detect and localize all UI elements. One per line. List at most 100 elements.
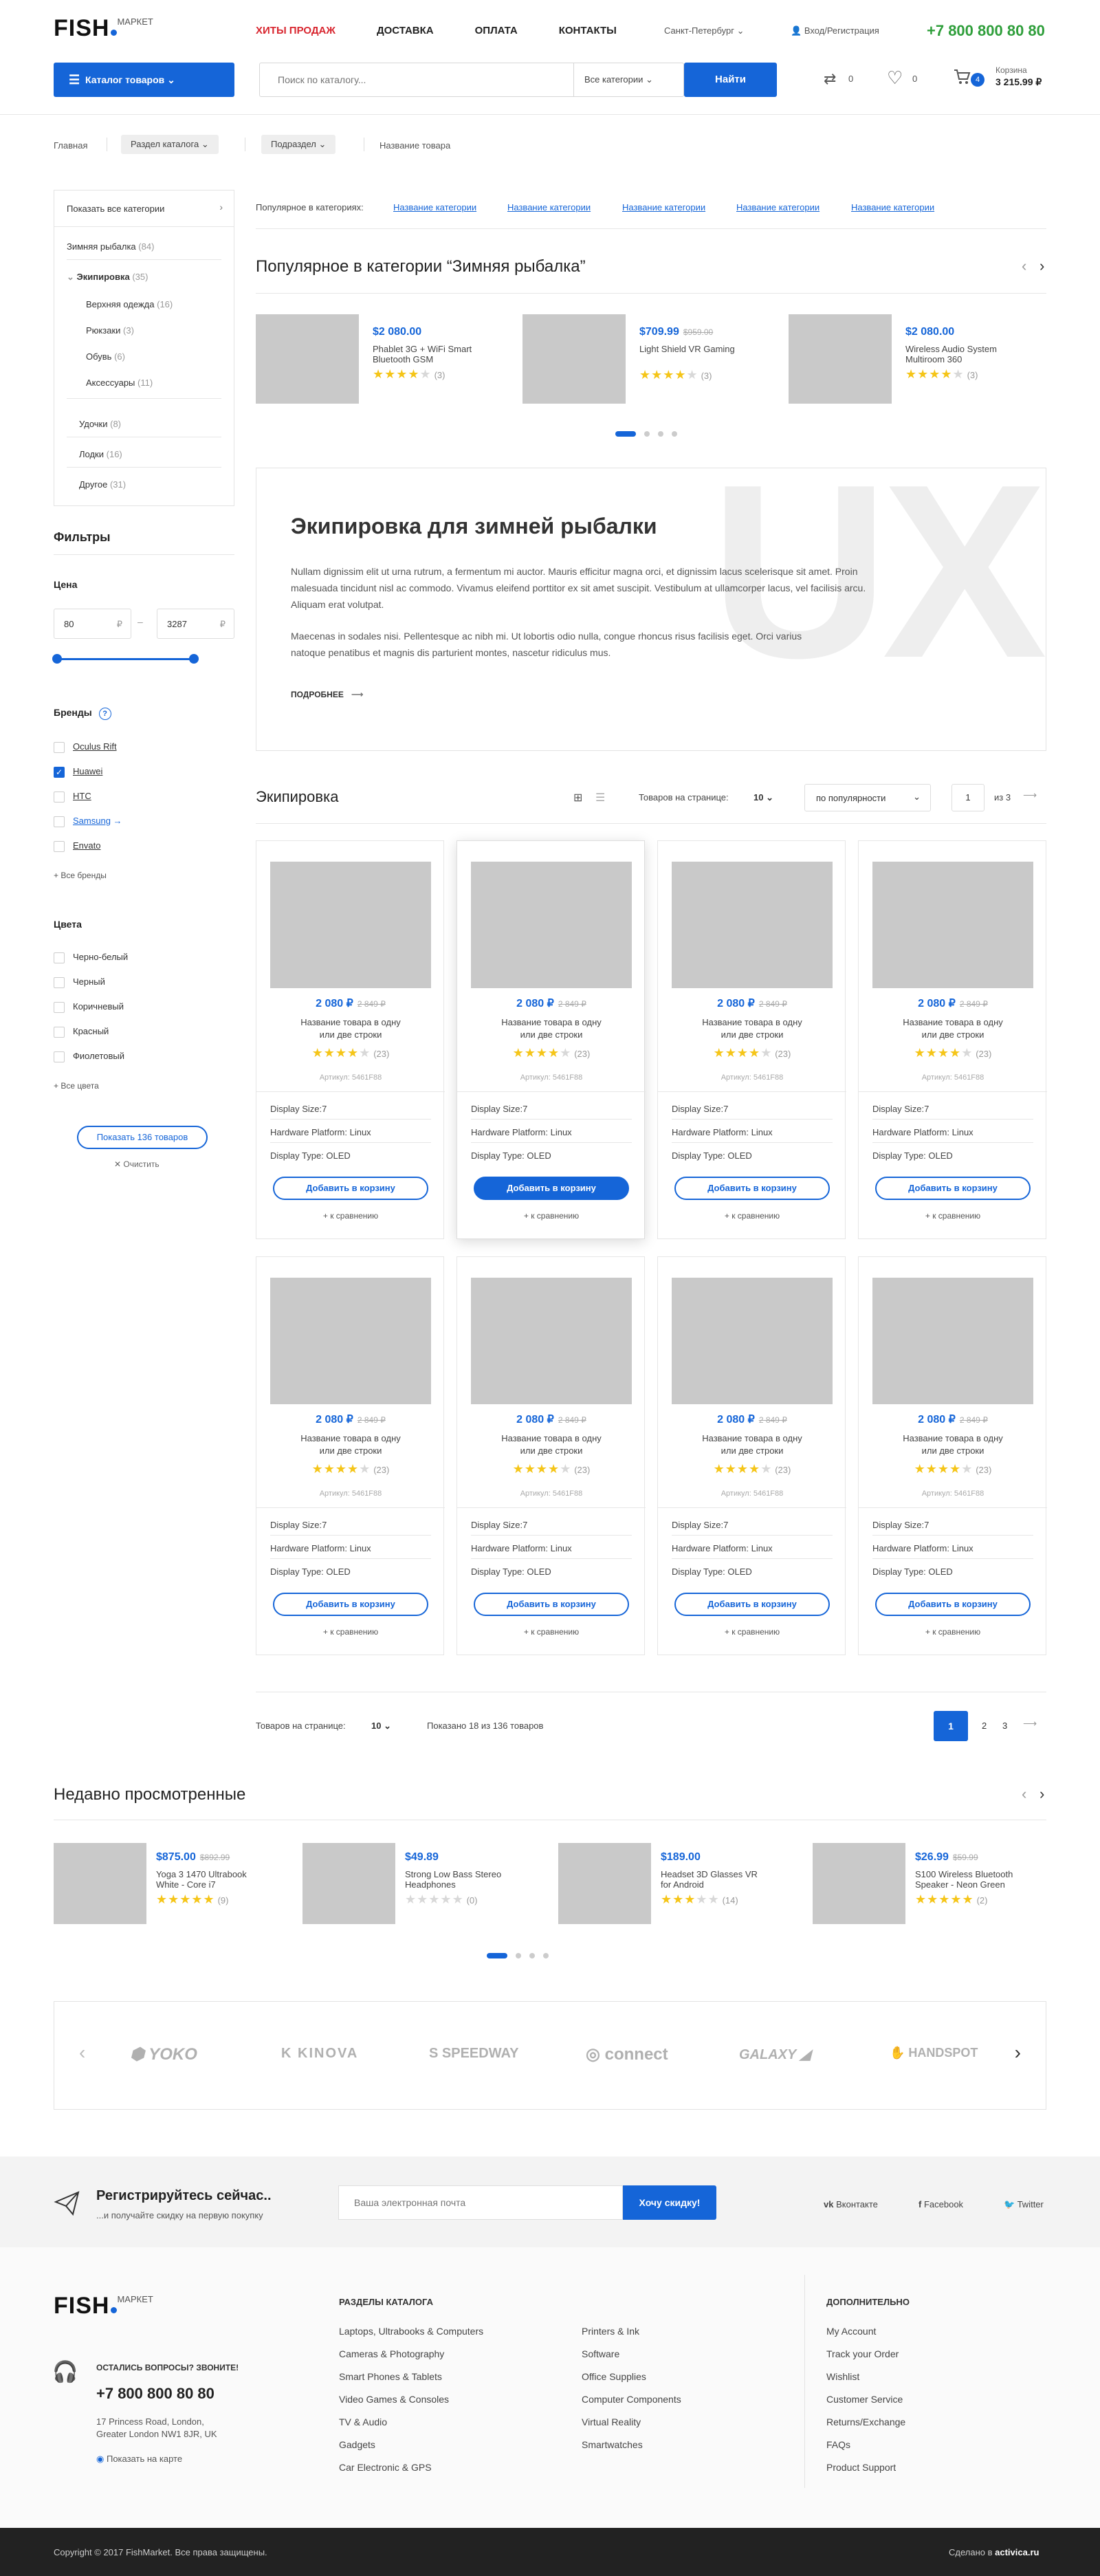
compare-icon[interactable]: ⇄ [824, 70, 836, 88]
price-min-field[interactable]: 80 ₽ [54, 609, 131, 639]
footer-link[interactable]: FAQs [826, 2439, 905, 2450]
footer-link[interactable]: Track your Order [826, 2348, 905, 2359]
product-name[interactable]: Название товара в одну [256, 1017, 445, 1027]
brand-samsung[interactable]: Samsung → [54, 816, 122, 827]
product-name[interactable]: Название товара в одну [859, 1017, 1047, 1027]
popular-category-link[interactable]: Название категории [851, 202, 934, 212]
product-image[interactable] [522, 314, 626, 404]
cart-total[interactable]: 3 215.99 ₽ [996, 76, 1042, 88]
newsletter-email-input[interactable] [338, 2185, 623, 2220]
list-view-icon[interactable]: ☰ [595, 791, 605, 805]
brand-oculus[interactable]: Oculus Rift [54, 741, 117, 753]
product-card[interactable]: 2 080 ₽2 849 ₽ Название товара в одну ил… [858, 1256, 1047, 1655]
product-image[interactable] [813, 1843, 905, 1924]
header-phone[interactable]: +7 800 800 80 80 [927, 22, 1045, 40]
social-vk[interactable]: vk Вконтакте [824, 2199, 878, 2209]
product-image[interactable] [270, 1278, 431, 1404]
search-button[interactable]: Найти [684, 63, 777, 97]
add-to-cart-button[interactable]: Добавить в корзину [474, 1177, 629, 1200]
nav-delivery[interactable]: ДОСТАВКА [377, 25, 434, 36]
product-image[interactable] [302, 1843, 395, 1924]
help-icon[interactable]: ? [98, 708, 111, 720]
product-name[interactable]: Light Shield VR Gaming [639, 344, 735, 354]
brand-logo-galaxy[interactable]: GALAXY ◢ [739, 2046, 811, 2063]
footer-link[interactable]: Smartwatches [582, 2439, 681, 2450]
chevron-left-icon[interactable]: ‹ [1022, 257, 1026, 275]
social-twitter[interactable]: 🐦 Twitter [1004, 2199, 1044, 2210]
color-option[interactable]: Коричневый [54, 1001, 124, 1013]
product-card[interactable]: 2 080 ₽2 849 ₽ Название товара в одну ил… [456, 840, 646, 1239]
logo[interactable]: FISH МАРКЕТ [54, 15, 153, 42]
carousel-dot[interactable] [543, 1953, 549, 1958]
brand-logo-handspot[interactable]: ✋ HANDSPOT [890, 2046, 978, 2060]
checkbox-checked[interactable]: ✓ [54, 766, 65, 778]
footer-phone[interactable]: +7 800 800 80 80 [96, 2385, 214, 2403]
sort-select[interactable]: по популярности ⌄ [804, 784, 931, 811]
popular-category-link[interactable]: Название категории [507, 202, 591, 212]
product-image[interactable] [789, 314, 892, 404]
add-to-compare-link[interactable]: + к сравнению [457, 1627, 646, 1637]
search-input[interactable] [260, 63, 573, 96]
color-option[interactable]: Красный [54, 1026, 109, 1038]
color-option[interactable]: Фиолетовый [54, 1051, 124, 1062]
arrow-right-icon[interactable]: ⟶ [1023, 789, 1037, 801]
category-shoes[interactable]: Обувь (6) [86, 351, 125, 362]
checkbox[interactable] [54, 816, 65, 827]
footer-link[interactable]: Gadgets [339, 2439, 483, 2450]
category-outerwear[interactable]: Верхняя одежда (16) [86, 299, 173, 309]
per-page-select-bottom[interactable]: 10 ⌄ [371, 1721, 391, 1732]
all-colors-link[interactable]: + Все цвета [54, 1081, 99, 1091]
price-max-field[interactable]: 3287 ₽ [157, 609, 234, 639]
add-to-compare-link[interactable]: + к сравнению [859, 1627, 1047, 1637]
product-card[interactable]: 2 080 ₽2 849 ₽ Название товара в одну ил… [657, 840, 846, 1239]
checkbox[interactable] [54, 791, 65, 803]
carousel-dot[interactable] [487, 1953, 507, 1958]
footer-link[interactable]: Computer Components [582, 2394, 681, 2405]
product-name[interactable]: Название товара в одну [457, 1433, 646, 1443]
brand-envato[interactable]: Envato [54, 840, 100, 852]
footer-link[interactable]: Printers & Ink [582, 2326, 681, 2337]
arrow-right-icon[interactable]: ⟶ [1023, 1718, 1037, 1729]
per-page-select[interactable]: 10 ⌄ [754, 792, 773, 803]
carousel-dot[interactable] [615, 431, 636, 437]
price-slider-max-handle[interactable] [189, 654, 199, 664]
product-name[interactable]: Strong Low Bass Stereo [405, 1869, 501, 1879]
catalog-button[interactable]: ☰ Каталог товаров ⌄ [54, 63, 234, 97]
checkbox[interactable] [54, 952, 65, 963]
footer-link[interactable]: Software [582, 2348, 681, 2359]
product-name[interactable]: Yoga 3 1470 Ultrabook [156, 1869, 247, 1879]
carousel-dot[interactable] [672, 431, 677, 437]
carousel-dot[interactable] [658, 431, 663, 437]
category-accessories[interactable]: Аксессуары (11) [86, 378, 153, 388]
checkbox[interactable] [54, 1001, 65, 1013]
checkbox[interactable] [54, 1026, 65, 1038]
add-to-cart-button[interactable]: Добавить в корзину [474, 1593, 629, 1616]
add-to-compare-link[interactable]: + к сравнению [658, 1627, 846, 1637]
promo-more-link[interactable]: ПОДРОБНЕЕ ⟶ [291, 690, 363, 699]
product-name[interactable]: Phablet 3G + WiFi Smart [373, 344, 472, 354]
product-name[interactable]: S100 Wireless Bluetooth [915, 1869, 1013, 1879]
footer-link[interactable]: Office Supplies [582, 2371, 681, 2382]
social-facebook[interactable]: f Facebook [918, 2199, 963, 2209]
category-other[interactable]: Другое (31) [79, 479, 126, 490]
page-button-active[interactable]: 1 [934, 1711, 968, 1741]
footer-link[interactable]: My Account [826, 2326, 905, 2337]
brand-logo-kinova[interactable]: K KINOVA [281, 2046, 358, 2062]
footer-logo[interactable]: FISH МАРКЕТ [54, 2293, 153, 2320]
brand-logo-speedway[interactable]: S SPEEDWAY [429, 2046, 518, 2062]
product-image[interactable] [270, 862, 431, 988]
breadcrumb-home[interactable]: Главная [54, 140, 87, 151]
checkbox[interactable] [54, 840, 65, 852]
footer-link[interactable]: Wishlist [826, 2371, 905, 2382]
product-name[interactable]: Headset 3D Glasses VR [661, 1869, 758, 1879]
add-to-cart-button[interactable]: Добавить в корзину [875, 1177, 1031, 1200]
heart-icon[interactable]: ♡ [887, 67, 903, 89]
category-rods[interactable]: Удочки (8) [79, 419, 121, 429]
product-image[interactable] [672, 1278, 833, 1404]
chevron-right-icon[interactable]: › [1040, 257, 1044, 275]
brand-logo-connect[interactable]: ◎ connect [586, 2044, 668, 2064]
footer-map-link[interactable]: ◉ Показать на карте [96, 2454, 182, 2465]
price-slider-track[interactable] [56, 658, 194, 660]
carousel-dot[interactable] [644, 431, 650, 437]
add-to-compare-link[interactable]: + к сравнению [859, 1211, 1047, 1221]
